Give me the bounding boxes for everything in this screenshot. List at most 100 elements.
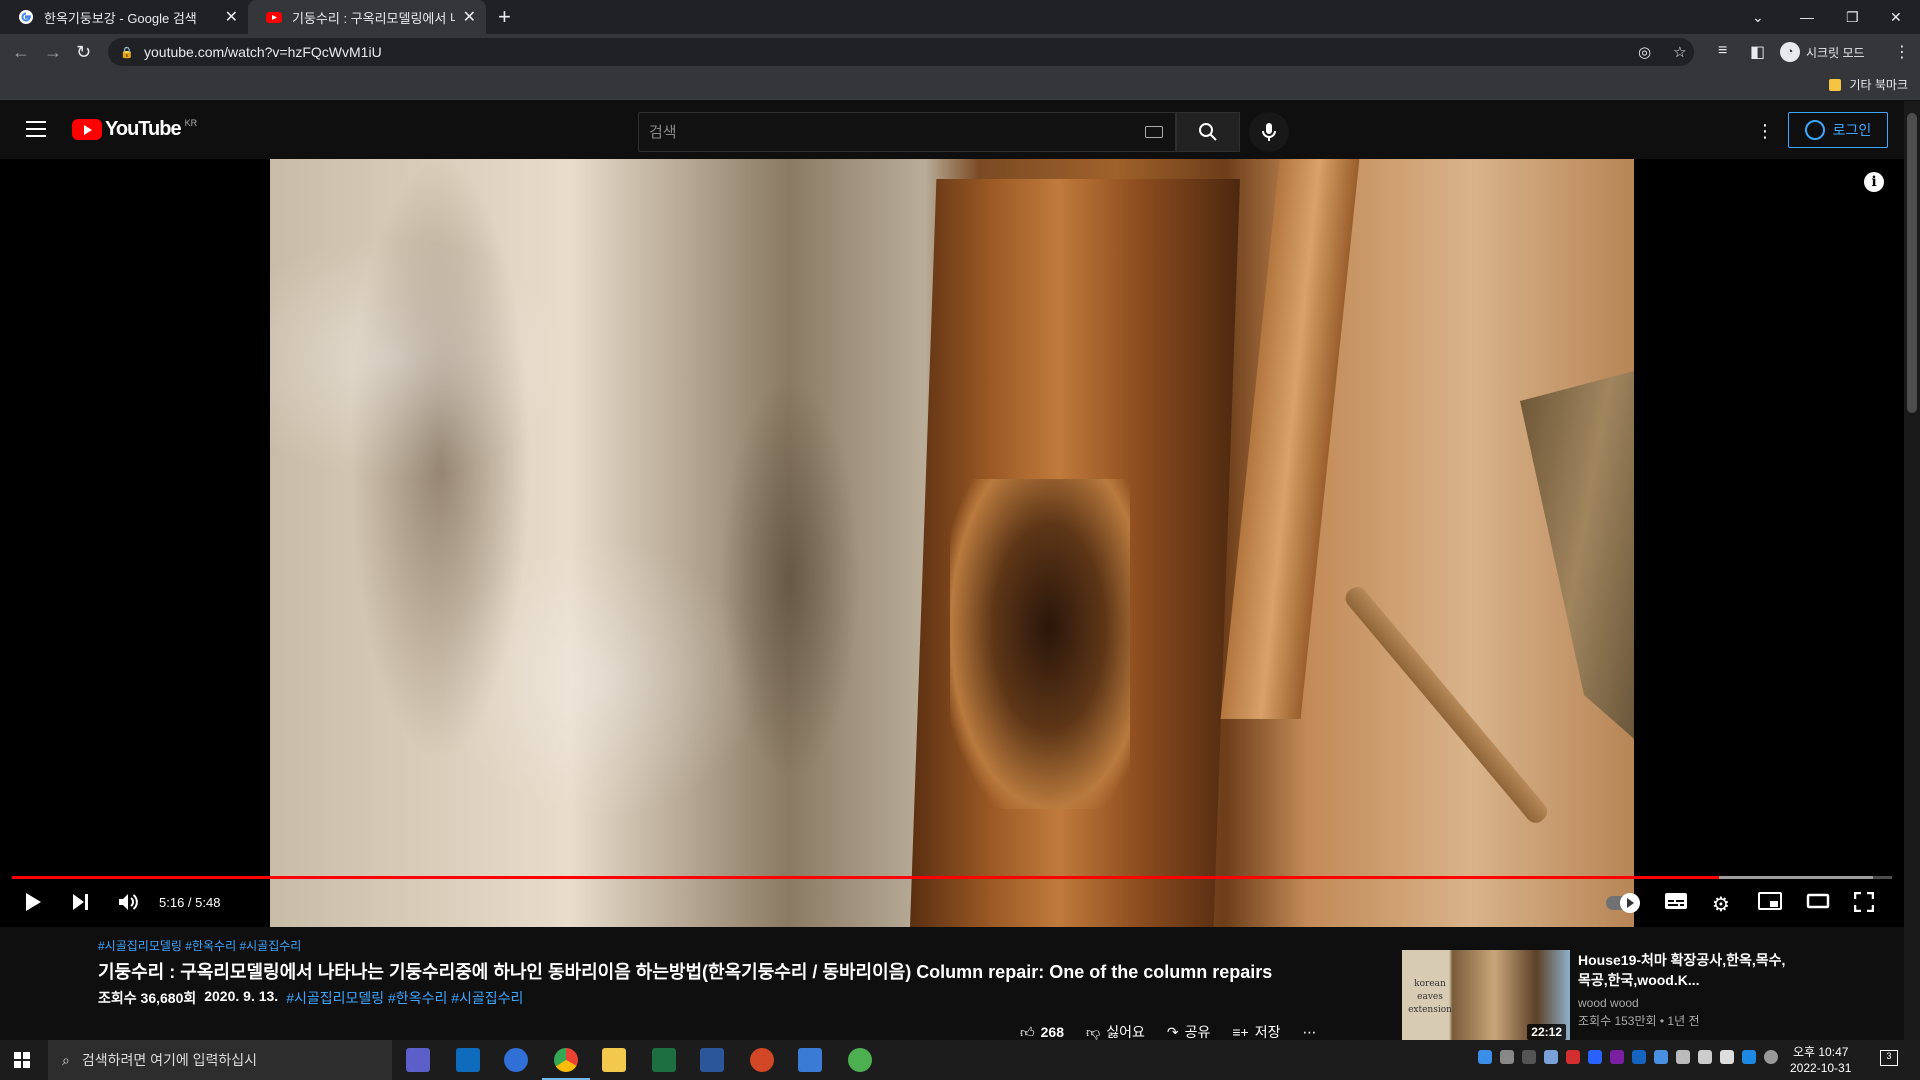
incognito-badge[interactable]: ◔ 시크릿 모드 — [1780, 40, 1865, 64]
search-button[interactable] — [1176, 112, 1240, 152]
battery-icon[interactable] — [1698, 1050, 1712, 1064]
country-code: KR — [184, 118, 198, 128]
shield-icon[interactable] — [1654, 1050, 1668, 1064]
tray-app-icon[interactable] — [1500, 1050, 1514, 1064]
youtube-logo[interactable]: YouTube KR — [72, 118, 197, 141]
taskbar-search[interactable]: ⌕ 검색하려면 여기에 입력하십시 — [48, 1040, 392, 1080]
search-input[interactable] — [649, 123, 1129, 141]
dislike-button[interactable]: 👎︎ 싫어요 — [1086, 1022, 1145, 1042]
voice-search-button[interactable] — [1249, 112, 1289, 152]
save-label: 저장 — [1254, 1024, 1281, 1040]
hashtags-bottom[interactable]: #시골집리모델링 #한옥수리 #시골집수리 — [286, 988, 523, 1008]
subtitles-icon[interactable] — [1664, 892, 1688, 916]
teams-icon[interactable] — [406, 1048, 430, 1072]
close-window-icon[interactable]: ✕ — [1890, 0, 1902, 34]
video-scene-plank — [1220, 159, 1360, 719]
tab-youtube-video[interactable]: 기둥수리 : 구옥리모델링에서 나타나는 ✕ — [248, 0, 486, 34]
restore-icon[interactable]: ❐ — [1846, 0, 1859, 34]
channel-name[interactable]: wood wood — [1578, 996, 1788, 1010]
address-bar[interactable]: 🔒 youtube.com/watch?v=hzFQcWvM1iU ◎ ☆ — [108, 38, 1694, 66]
search-icon: ⌕ — [62, 1051, 70, 1068]
powerpoint-icon[interactable] — [750, 1048, 774, 1072]
notification-center-icon[interactable]: 3 — [1880, 1050, 1898, 1066]
back-icon[interactable]: ← — [12, 42, 30, 63]
tray-app-icon[interactable] — [1632, 1050, 1646, 1064]
app-window-icon[interactable] — [798, 1048, 822, 1072]
like-button[interactable]: 👍︎ 268 — [1020, 1024, 1064, 1041]
next-icon[interactable] — [72, 892, 90, 918]
theater-mode-icon[interactable] — [1806, 892, 1830, 915]
reading-list-icon[interactable]: ≡ — [1718, 42, 1727, 60]
recommended-thumbnail[interactable]: korean eaves extension 22:12 — [1402, 950, 1570, 1044]
miniplayer-icon[interactable] — [1758, 892, 1782, 916]
side-panel-icon[interactable]: ◧ — [1750, 42, 1765, 62]
play-icon[interactable] — [24, 892, 42, 918]
page-scrollbar[interactable] — [1904, 101, 1920, 1040]
excel-icon[interactable] — [652, 1048, 676, 1072]
youtube-play-logo-icon — [72, 119, 102, 140]
word-icon[interactable] — [700, 1048, 724, 1072]
tab-google-search[interactable]: 한옥기둥보강 - Google 검색 ✕ — [0, 0, 248, 34]
sign-in-button[interactable]: 로그인 — [1788, 112, 1888, 148]
reload-icon[interactable]: ↻ — [76, 42, 91, 63]
volume-icon[interactable] — [118, 892, 140, 918]
windows-start-icon[interactable] — [14, 1052, 30, 1068]
bookmark-folder-label: 기타 북마크 — [1849, 78, 1908, 92]
new-tab-icon[interactable]: + — [498, 4, 511, 30]
forward-icon[interactable]: → — [44, 42, 62, 63]
progress-bar[interactable] — [12, 876, 1892, 879]
hashtags-top[interactable]: #시골집리모델링 #한옥수리 #시골집수리 — [98, 937, 1368, 954]
recommended-title[interactable]: House19-처마 확장공사,한옥,목수,목공,한국,wood.K... — [1578, 950, 1788, 990]
outlook-icon[interactable] — [456, 1048, 480, 1072]
speaker-icon[interactable] — [1720, 1050, 1734, 1064]
url-text: youtube.com/watch?v=hzFQcWvM1iU — [144, 44, 382, 60]
tab-close-icon[interactable]: ✕ — [225, 7, 238, 27]
tray-app-icon[interactable] — [1544, 1050, 1558, 1064]
youtube-wordmark: YouTube — [105, 118, 182, 140]
progress-fill — [12, 876, 1720, 879]
youtube-icon — [266, 12, 282, 23]
info-icon[interactable]: i — [1864, 172, 1884, 192]
bookmark-folder-other[interactable]: 기타 북마크 — [1829, 76, 1908, 93]
share-label: 공유 — [1184, 1024, 1211, 1040]
settings-more-icon[interactable]: ⋮ — [1756, 121, 1774, 142]
settings-gear-icon[interactable]: ⚙ — [1712, 892, 1730, 917]
fullscreen-icon[interactable] — [1853, 891, 1875, 918]
menu-icon[interactable] — [26, 121, 46, 137]
file-explorer-icon[interactable] — [602, 1048, 626, 1072]
share-icon: ↷ — [1166, 1023, 1179, 1040]
tray-app-icon[interactable] — [1588, 1050, 1602, 1064]
onedrive-icon[interactable] — [1478, 1050, 1492, 1064]
tray-close-icon[interactable] — [1764, 1050, 1778, 1064]
taskbar-search-placeholder: 검색하려면 여기에 입력하십시 — [81, 1052, 258, 1068]
scrollbar-thumb[interactable] — [1907, 113, 1917, 413]
security-icon[interactable] — [1566, 1050, 1580, 1064]
more-actions-button[interactable]: ⋯ — [1302, 1024, 1316, 1041]
taskbar-clock[interactable]: 오후 10:47 2022-10-31 — [1790, 1044, 1851, 1076]
share-button[interactable]: ↷ 공유 — [1167, 1022, 1211, 1042]
like-count: 268 — [1040, 1024, 1064, 1040]
network-globe-icon[interactable] — [848, 1048, 872, 1072]
bookmark-star-icon[interactable]: ☆ — [1673, 43, 1686, 61]
chrome-menu-icon[interactable]: ⋮ — [1894, 42, 1910, 62]
tray-app-icon[interactable] — [1742, 1050, 1756, 1064]
autoplay-toggle[interactable] — [1606, 893, 1640, 913]
tab-search-chevron-icon[interactable]: ⌄ — [1752, 0, 1764, 34]
video-player[interactable] — [0, 159, 1904, 927]
tray-app-icon[interactable] — [1522, 1050, 1536, 1064]
tab-close-icon[interactable]: ✕ — [463, 7, 476, 27]
keyboard-icon[interactable] — [1145, 126, 1163, 138]
network-icon[interactable] — [1676, 1050, 1690, 1064]
video-frame[interactable] — [270, 159, 1634, 927]
folder-icon — [1829, 78, 1842, 91]
clock-time: 오후 10:47 — [1792, 1045, 1849, 1059]
incognito-label: 시크릿 모드 — [1806, 45, 1865, 60]
save-button[interactable]: ≡+ 저장 — [1232, 1022, 1280, 1042]
tab-title: 기둥수리 : 구옥리모델링에서 나타나는 — [292, 10, 455, 26]
minimize-icon[interactable]: — — [1800, 0, 1814, 34]
browser-globe-icon[interactable] — [504, 1048, 528, 1072]
onenote-icon[interactable] — [1610, 1050, 1624, 1064]
chrome-icon[interactable] — [542, 1048, 590, 1080]
search-icon — [1199, 123, 1217, 141]
tracking-blocked-icon[interactable]: ◎ — [1638, 43, 1651, 61]
